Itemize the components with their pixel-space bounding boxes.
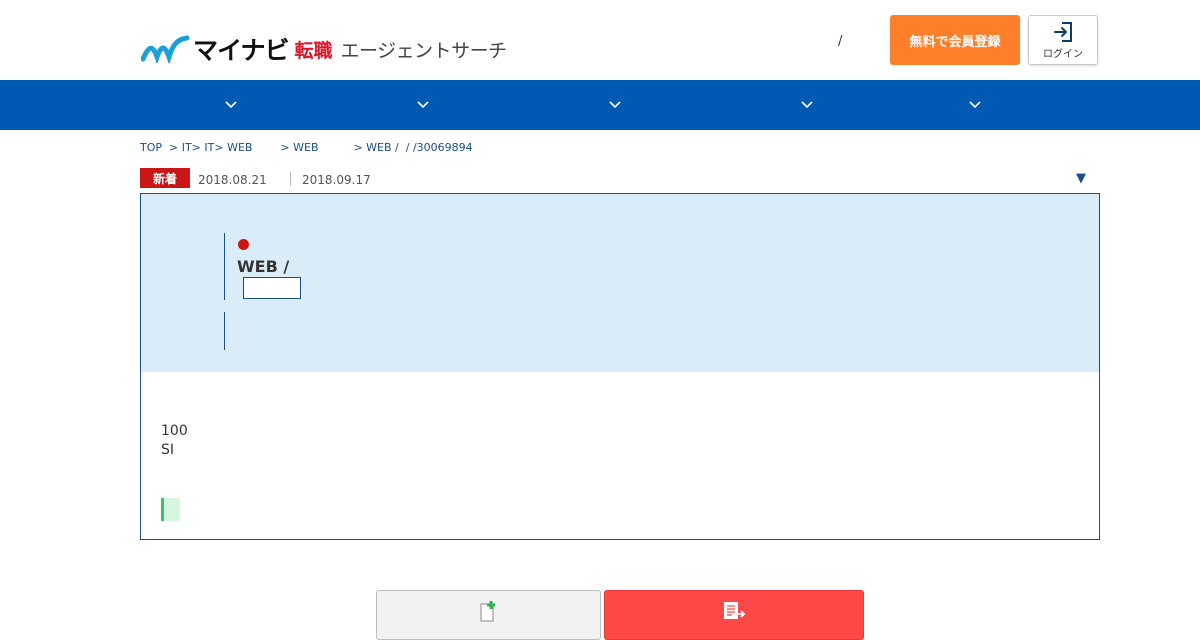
new-badge: 新着 xyxy=(140,168,190,188)
logo-main-text: マイナビ xyxy=(193,36,290,65)
site-header: マイナビ 転職 エージェントサーチ / 無料で会員登録 ログイン xyxy=(0,0,1200,80)
add-document-icon xyxy=(480,601,495,622)
highlight-marker xyxy=(161,498,180,521)
nav-item-5[interactable] xyxy=(955,80,995,130)
posted-date: 2018.08.21 xyxy=(198,173,267,187)
job-summary-panel: WEB / xyxy=(141,194,1099,372)
updated-date: 2018.09.17 xyxy=(302,173,371,187)
nav-item-2[interactable] xyxy=(403,80,443,130)
job-tag-box xyxy=(243,277,301,299)
chevron-down-icon xyxy=(969,101,981,109)
keep-button[interactable] xyxy=(376,590,601,640)
header-separator: / xyxy=(838,34,843,49)
date-divider xyxy=(290,172,291,186)
apply-button[interactable] xyxy=(604,590,864,640)
nav-item-1[interactable] xyxy=(211,80,251,130)
description-line-1: 100 xyxy=(161,423,188,439)
chevron-down-icon xyxy=(417,101,429,109)
job-card: WEB / 100 SI xyxy=(140,193,1100,540)
status-dot-icon xyxy=(238,239,249,250)
register-button[interactable]: 無料で会員登録 xyxy=(890,15,1020,65)
job-meta-row: 新着 2018.08.21 2018.09.17 ▼ xyxy=(140,168,1100,190)
chevron-down-icon xyxy=(225,101,237,109)
job-subinfo-block xyxy=(224,312,234,350)
chevron-down-icon xyxy=(801,101,813,109)
login-button[interactable]: ログイン xyxy=(1028,15,1098,65)
nav-item-3[interactable] xyxy=(595,80,635,130)
nav-item-4[interactable] xyxy=(787,80,827,130)
logo-mark-icon xyxy=(141,35,190,63)
chevron-down-icon xyxy=(609,101,621,109)
logo-sub-text: エージェントサーチ xyxy=(340,39,508,62)
job-title: WEB / xyxy=(237,257,290,276)
job-description: 100 SI xyxy=(161,422,188,460)
login-label: ログイン xyxy=(1043,48,1083,60)
job-title-block: WEB / xyxy=(224,233,524,300)
expand-toggle-icon[interactable]: ▼ xyxy=(1076,171,1086,186)
logo-red-text: 転職 xyxy=(294,39,333,62)
login-icon xyxy=(1054,21,1072,42)
site-logo[interactable]: マイナビ 転職 エージェントサーチ xyxy=(141,34,508,65)
apply-form-icon xyxy=(724,602,746,619)
global-nav xyxy=(0,80,1200,130)
breadcrumb[interactable]: TOP > IT> IT> WEB > WEB > WEB / / /30069… xyxy=(140,141,473,154)
description-line-2: SI xyxy=(161,442,175,458)
